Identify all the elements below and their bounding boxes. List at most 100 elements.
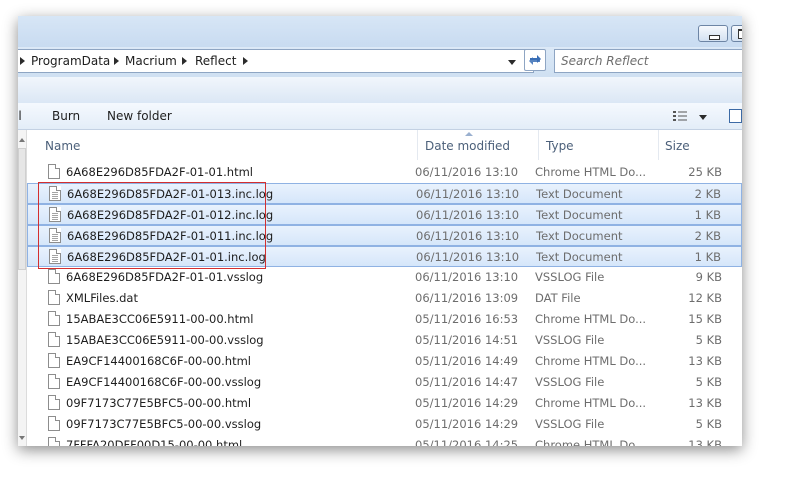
breadcrumb-programdata[interactable]: ProgramData <box>31 54 110 68</box>
refresh-button[interactable] <box>524 49 546 71</box>
file-date-modified: 05/11/2016 14:29 <box>415 417 519 431</box>
column-date-modified[interactable]: Date modified <box>418 130 539 160</box>
file-row[interactable]: 09F7173C77E5BFC5-00-00.html 05/11/2016 14… <box>27 393 742 414</box>
refresh-icon <box>529 55 541 65</box>
file-row[interactable]: 6A68E296D85FDA2F-01-01.html 06/11/2016 13… <box>27 162 742 183</box>
html-file-icon <box>48 311 60 326</box>
breadcrumb-separator-icon[interactable] <box>20 57 25 65</box>
file-row[interactable]: 15ABAE3CC06E5911-00-00.html 05/11/2016 16… <box>27 309 742 330</box>
generic-file-icon <box>48 269 60 284</box>
change-view-icon[interactable] <box>673 110 687 122</box>
generic-file-icon <box>48 416 60 431</box>
maximize-button[interactable] <box>731 25 742 42</box>
file-size: 5 KB <box>695 333 722 347</box>
file-date-modified: 05/11/2016 14:51 <box>415 333 519 347</box>
file-type: Chrome HTML Do... <box>535 165 647 179</box>
file-size: 1 KB <box>694 208 721 222</box>
file-row[interactable]: XMLFiles.dat 06/11/2016 13:09 DAT File 12 K… <box>27 288 742 309</box>
file-row[interactable]: 15ABAE3CC06E5911-00-00.vsslog 05/11/2016 … <box>27 330 742 351</box>
file-size: 25 KB <box>688 165 722 179</box>
file-type: Text Document <box>536 229 623 243</box>
breadcrumb-separator-icon[interactable] <box>243 57 248 65</box>
file-size: 12 KB <box>688 291 722 305</box>
file-name: 6A68E296D85FDA2F-01-01.vsslog <box>66 270 264 284</box>
column-type[interactable]: Type <box>539 130 659 160</box>
address-history-dropdown-icon[interactable] <box>508 60 516 65</box>
file-size: 2 KB <box>694 229 721 243</box>
file-name: EA9CF14400168C6F-00-00.vsslog <box>66 375 262 389</box>
html-file-icon <box>48 164 60 179</box>
file-row[interactable]: 7FFFA20DFF00D15-00-00.html 05/11/2016 14:… <box>27 435 742 446</box>
breadcrumb-separator-icon[interactable] <box>114 57 119 65</box>
file-size: 2 KB <box>694 187 721 201</box>
column-date-label: Date modified <box>425 139 511 153</box>
file-date-modified: 05/11/2016 14:29 <box>415 396 519 410</box>
column-name-label: Name <box>45 139 81 153</box>
file-type: Text Document <box>536 208 623 222</box>
file-type: Chrome HTML Do... <box>535 312 647 326</box>
file-date-modified: 06/11/2016 13:10 <box>416 187 520 201</box>
minimize-button[interactable] <box>698 25 728 42</box>
column-size[interactable]: Size <box>659 130 742 160</box>
file-type: VSSLOG File <box>535 417 605 431</box>
file-date-modified: 06/11/2016 13:10 <box>416 250 520 264</box>
file-date-modified: 06/11/2016 13:10 <box>416 229 520 243</box>
search-box[interactable] <box>554 49 742 73</box>
file-row[interactable]: 6A68E296D85FDA2F-01-01.vsslog 06/11/2016 … <box>27 267 742 288</box>
file-type: Chrome HTML Do... <box>535 396 647 410</box>
address-bar[interactable]: ProgramData Macrium Reflect <box>18 49 534 73</box>
file-type: Chrome HTML Do... <box>535 438 647 446</box>
burn-button[interactable]: Burn <box>52 109 80 123</box>
navigation-pane-scrollbar[interactable] <box>18 130 27 446</box>
file-type: DAT File <box>535 291 581 305</box>
toolbar-partial-button[interactable]: il <box>18 109 22 123</box>
html-file-icon <box>48 353 60 368</box>
column-header: Name Date modified Type Size <box>27 130 742 160</box>
html-file-icon <box>48 437 60 446</box>
sort-indicator-icon <box>465 132 473 136</box>
preview-pane-icon[interactable] <box>729 109 742 123</box>
file-name: 15ABAE3CC06E5911-00-00.vsslog <box>66 333 264 347</box>
column-type-label: Type <box>546 139 574 153</box>
html-file-icon <box>48 395 60 410</box>
scroll-thumb[interactable] <box>18 148 26 270</box>
column-size-label: Size <box>665 139 690 153</box>
file-name: 09F7173C77E5BFC5-00-00.vsslog <box>66 417 262 431</box>
breadcrumb-reflect[interactable]: Reflect <box>195 54 236 68</box>
file-size: 9 KB <box>695 270 722 284</box>
file-row[interactable]: 09F7173C77E5BFC5-00-00.vsslog 05/11/2016 … <box>27 414 742 435</box>
file-date-modified: 06/11/2016 13:10 <box>415 270 519 284</box>
menu-strip <box>18 77 742 104</box>
file-type: VSSLOG File <box>535 270 605 284</box>
breadcrumb-separator-icon[interactable] <box>182 57 187 65</box>
search-input[interactable] <box>561 53 741 69</box>
file-row[interactable]: EA9CF14400168C6F-00-00.html 05/11/2016 14… <box>27 351 742 372</box>
file-date-modified: 06/11/2016 13:10 <box>416 208 520 222</box>
file-row[interactable]: EA9CF14400168C6F-00-00.vsslog 05/11/2016 … <box>27 372 742 393</box>
file-size: 5 KB <box>695 375 722 389</box>
scroll-down-icon[interactable] <box>19 436 25 440</box>
breadcrumb-macrium[interactable]: Macrium <box>125 54 177 68</box>
file-size: 1 KB <box>694 250 721 264</box>
file-size: 13 KB <box>688 438 722 446</box>
file-size: 15 KB <box>688 312 722 326</box>
file-date-modified: 05/11/2016 16:53 <box>415 312 519 326</box>
file-date-modified: 05/11/2016 14:49 <box>415 354 519 368</box>
scroll-up-icon[interactable] <box>19 138 25 142</box>
file-type: Chrome HTML Do... <box>535 354 647 368</box>
file-name: 6A68E296D85FDA2F-01-01.html <box>66 165 254 179</box>
generic-file-icon <box>48 290 60 305</box>
file-type: VSSLOG File <box>535 333 605 347</box>
file-date-modified: 06/11/2016 13:09 <box>415 291 519 305</box>
file-type: Text Document <box>536 250 623 264</box>
column-name[interactable]: Name <box>27 130 418 160</box>
file-name: EA9CF14400168C6F-00-00.html <box>66 354 252 368</box>
file-type: VSSLOG File <box>535 375 605 389</box>
file-date-modified: 05/11/2016 14:25 <box>415 438 519 446</box>
view-options-dropdown-icon[interactable] <box>699 115 707 120</box>
file-name: XMLFiles.dat <box>66 291 138 305</box>
new-folder-button[interactable]: New folder <box>107 109 172 123</box>
file-size: 13 KB <box>688 354 722 368</box>
annotation-highlight-box <box>38 182 266 269</box>
command-bar: il Burn New folder <box>18 103 742 130</box>
